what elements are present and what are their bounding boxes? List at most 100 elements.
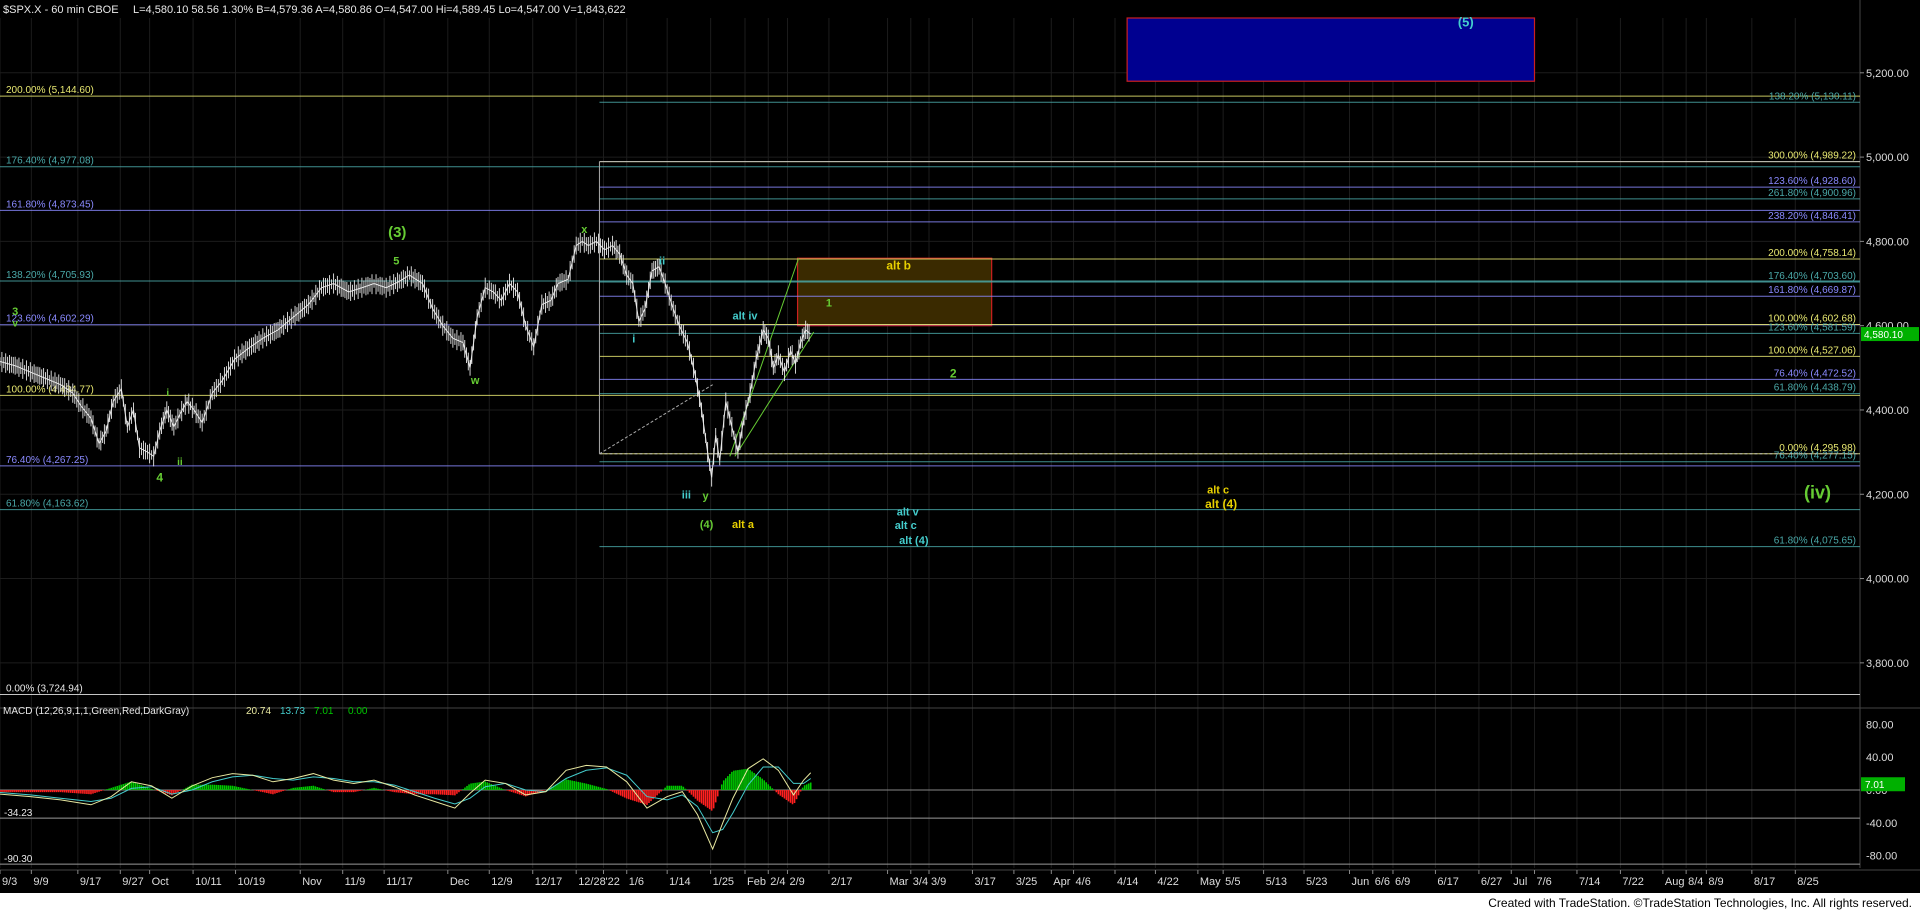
wave-label: alt c [1207,484,1229,496]
time-tick-label: 6/27 [1481,876,1502,888]
macd-title: MACD (12,26,9,1,1,Green,Red,DarkGray) [3,706,189,717]
time-tick-label: Apr [1053,876,1070,888]
wave-label: (5) [1458,14,1474,29]
macd-level-label: -34.23 [4,808,33,819]
time-tick-label: 8/17 [1754,876,1775,888]
time-tick-label: 2/9 [789,876,804,888]
time-tick-label: 10/19 [238,876,266,888]
time-tick-label: 7/14 [1579,876,1600,888]
macd-tick-label: -80.00 [1866,851,1897,863]
wave-label: 4 [156,471,163,485]
time-tick-label: 9/17 [80,876,101,888]
time-tick-label: 3/17 [974,876,995,888]
time-tick-label: Nov [302,876,322,888]
macd-value: 0.00 [348,706,368,717]
chart-header: $SPX.X - 60 min CBOE L=4,580.10 58.56 1.… [3,4,626,16]
wave-label: alt (4) [899,535,929,547]
time-tick-label: 3/9 [931,876,946,888]
time-tick-label: 8/4 [1688,876,1703,888]
wave-label: 3 [12,306,18,318]
fib-label: 176.40% (4,703.60) [1768,271,1856,282]
time-tick-label: 4/22 [1157,876,1178,888]
price-tick-label: 4,400.00 [1866,405,1909,417]
price-tick-label: 4,200.00 [1866,489,1909,501]
symbol-label: $SPX.X - 60 min CBOE [3,4,119,16]
fib-label: 76.40% (4,277.15) [1774,451,1856,462]
fib-label: 100.00% (4,434.77) [6,384,94,395]
wave-label: 5 [393,256,399,268]
price-tick-label: 5,200.00 [1866,68,1909,80]
time-tick-label: 12/28 [578,876,606,888]
fib-label: 61.80% (4,438.79) [1774,383,1856,394]
wave-label: alt (4) [1205,497,1237,511]
macd-value: 13.73 [280,706,305,717]
fib-label: 161.80% (4,873.45) [6,199,94,210]
fib-label: 138.20% (5,130.11) [1769,91,1856,102]
time-tick-label: 6/6 [1375,876,1390,888]
wave-label: w [470,375,480,387]
time-tick-label: 3/25 [1016,876,1037,888]
quote-label: L=4,580.10 58.56 1.30% B=4,579.36 A=4,58… [133,4,626,16]
fib-label: 61.80% (4,075.65) [1774,536,1856,547]
macd-current-label: 7.01 [1865,780,1885,791]
price-chart[interactable]: 200.00% (5,144.60) 138.20% (5,130.11) 300.… [0,0,1920,912]
time-tick-label: Dec [450,876,470,888]
time-tick-label: Oct [152,876,169,888]
time-tick-label: May [1200,876,1221,888]
macd-level-label: -90.30 [4,854,33,865]
macd-value: 7.01 [314,706,334,717]
price-tick-label: 3,800.00 [1866,658,1909,670]
wave-label: v [12,319,18,330]
footer-credit: Created with TradeStation. ©TradeStation… [1488,896,1912,910]
fib-label: 200.00% (4,758.14) [1768,248,1856,259]
time-tick-label: 1/6 [629,876,644,888]
macd-tick-label: -40.00 [1866,818,1897,830]
price-tick-label: 5,000.00 [1866,152,1909,164]
chart-background [0,0,1920,912]
fib-label: 138.20% (4,705.93) [6,270,94,281]
time-tick-label: Mar [890,876,909,888]
wave-label: alt v [897,506,920,518]
time-tick-label: 2/4 [770,876,785,888]
time-tick-label: Jun [1352,876,1370,888]
fib-label: 76.40% (4,472.52) [1774,368,1856,379]
fib-label: 261.80% (4,900.96) [1768,188,1856,199]
time-tick-label: 1/25 [713,876,734,888]
wave-label: ii [177,457,183,468]
fib-label: 123.60% (4,602.29) [6,314,94,325]
current-price-label: 4,580.10 [1864,330,1903,341]
wave-label: (4) [700,519,714,531]
time-tick-label: 12/17 [535,876,563,888]
fib-label: 161.80% (4,669.87) [1768,285,1856,296]
time-tick-label: 4/6 [1076,876,1091,888]
footer-bar: Created with TradeStation. ©TradeStation… [0,893,1920,912]
wave-label: iii [682,489,691,501]
wave-label: alt c [895,520,917,532]
wave-label: alt a [732,519,755,531]
fib-label: 123.60% (4,581.59) [1768,322,1856,333]
wave-label: y [703,491,710,503]
price-tick-label: 4,000.00 [1866,574,1909,586]
wave-label: alt iv [732,310,758,322]
time-tick-label: 9/27 [122,876,143,888]
time-tick-label: 8/25 [1797,876,1818,888]
time-tick-label: 7/22 [1622,876,1643,888]
time-tick-label: 2/17 [831,876,852,888]
macd-tick-label: 40.00 [1866,752,1894,764]
wave-label: ii [659,256,665,268]
macd-value: 20.74 [246,706,271,717]
time-tick-label: 11/17 [386,876,413,888]
wave-label: i [632,334,635,346]
fib-label: 61.80% (4,163.62) [6,499,88,510]
time-tick-label: 10/11 [195,876,222,888]
fib-label: 76.40% (4,267.25) [6,455,88,466]
wave-label: x [581,224,588,236]
fib-label: 200.00% (5,144.60) [6,85,94,96]
fib-label: 300.00% (4,989.22) [1768,151,1856,162]
macd-tick-label: 80.00 [1866,719,1894,731]
wave-label: 1 [826,298,832,310]
time-tick-label: '22 [605,876,619,888]
time-tick-label: 5/23 [1306,876,1327,888]
fib-label: 123.60% (4,928.60) [1768,176,1856,187]
wave-label: i [166,388,169,399]
